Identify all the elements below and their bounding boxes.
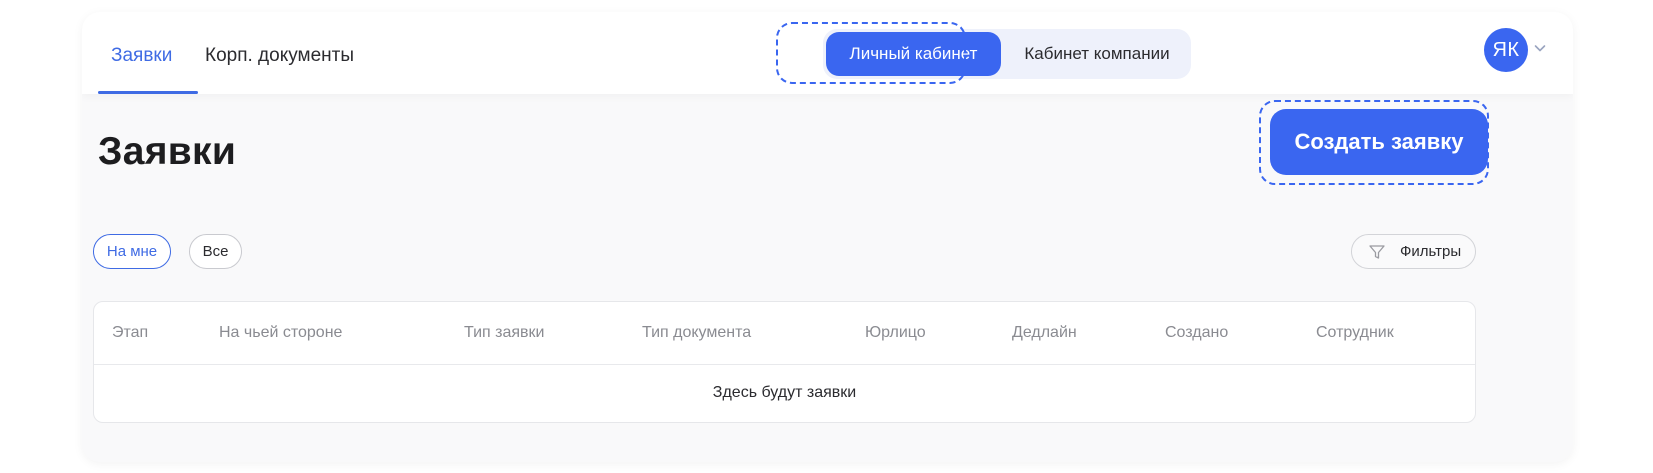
- avatar[interactable]: ЯК: [1484, 28, 1528, 72]
- funnel-icon: [1369, 245, 1385, 259]
- app-window: Заявки Корп. документы Личный кабинет Ка…: [82, 12, 1573, 462]
- column-header-stage: Этап: [112, 324, 149, 341]
- column-header-deadline: Дедлайн: [1012, 324, 1077, 341]
- active-tab-indicator: [98, 91, 198, 94]
- filter-all-chip[interactable]: Все: [189, 234, 242, 269]
- personal-cabinet-button[interactable]: Личный кабинет: [826, 32, 1001, 76]
- column-header-side: На чьей стороне: [219, 324, 343, 341]
- column-header-document-type: Тип документа: [642, 324, 752, 341]
- filters-button-label: Фильтры: [1400, 243, 1462, 260]
- table-empty-state: Здесь будут заявки: [712, 384, 857, 401]
- column-header-created: Создано: [1165, 324, 1229, 341]
- column-header-request-type: Тип заявки: [464, 324, 545, 341]
- chevron-down-icon[interactable]: [1534, 42, 1546, 54]
- filters-button[interactable]: Фильтры: [1351, 234, 1476, 269]
- column-header-employee: Сотрудник: [1316, 324, 1394, 341]
- column-header-legal-entity: Юрлицо: [865, 324, 926, 341]
- tab-corp-documents[interactable]: Корп. документы: [205, 44, 354, 68]
- page-title: Заявки: [98, 130, 237, 173]
- top-navigation-bar: Заявки Корп. документы Личный кабинет Ка…: [82, 12, 1573, 94]
- filter-on-me-chip[interactable]: На мне: [93, 234, 171, 269]
- requests-table: Этап На чьей стороне Тип заявки Тип доку…: [93, 301, 1476, 423]
- table-header-divider: [94, 364, 1475, 365]
- company-cabinet-button[interactable]: Кабинет компании: [1011, 29, 1183, 79]
- create-request-button[interactable]: Создать заявку: [1270, 109, 1488, 175]
- tab-requests[interactable]: Заявки: [111, 44, 172, 68]
- cabinet-switcher: Личный кабинет Кабинет компании: [823, 29, 1191, 79]
